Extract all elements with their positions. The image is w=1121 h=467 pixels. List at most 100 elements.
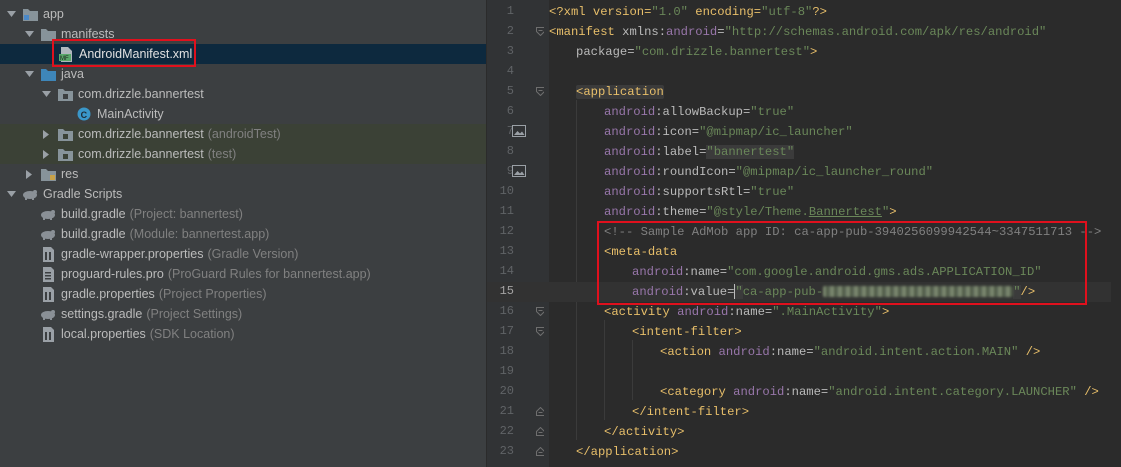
tree-item-label: build.gradle [61, 207, 126, 221]
properties-file-icon [40, 246, 56, 262]
tree-item-androidmanifest[interactable]: MF AndroidManifest.xml [0, 44, 486, 64]
gradle-icon [40, 207, 56, 221]
gutter-line: 20 [487, 382, 549, 402]
tree-item-label: com.drizzle.bannertest [78, 87, 204, 101]
line-number: 14 [499, 264, 514, 278]
tree-item-build-gradle-module[interactable]: build.gradle (Module: bannertest.app) [0, 224, 486, 244]
gutter-line: 2 [487, 22, 549, 42]
blurred-app-id [823, 286, 1014, 298]
image-preview-icon[interactable] [512, 165, 526, 177]
chevron-right-icon[interactable] [41, 149, 51, 159]
tree-item-label: build.gradle [61, 227, 126, 241]
project-tree-panel: app manifests MF AndroidManifest.xml jav… [0, 0, 486, 467]
chevron-down-icon[interactable] [24, 29, 34, 39]
fold-close-icon[interactable] [536, 407, 544, 416]
tree-item-settings-gradle[interactable]: settings.gradle (Project Settings) [0, 304, 486, 324]
tree-item-hint: (ProGuard Rules for bannertest.app) [167, 267, 371, 281]
tree-item-res[interactable]: res [0, 164, 486, 184]
code-line-8: android:label="bannertest" [604, 145, 795, 159]
tree-item-package-androidtest[interactable]: com.drizzle.bannertest (androidTest) [0, 124, 486, 144]
tree-item-local-properties[interactable]: local.properties (SDK Location) [0, 324, 486, 344]
gutter-line: 4 [487, 62, 549, 82]
gutter-line: 18 [487, 342, 549, 362]
tree-item-label: gradle-wrapper.properties [61, 247, 204, 261]
gutter-line: 10 [487, 182, 549, 202]
tree-item-hint: (Project: bannertest) [129, 207, 243, 221]
tree-item-label: gradle.properties [61, 287, 155, 301]
fold-close-icon[interactable] [536, 447, 544, 456]
tree-item-app[interactable]: app [0, 4, 486, 24]
tree-item-hint: (Gradle Version) [207, 247, 299, 261]
tree-item-package[interactable]: com.drizzle.bannertest [0, 84, 486, 104]
chevron-down-icon[interactable] [24, 69, 34, 79]
tree-item-gradle-properties[interactable]: gradle.properties (Project Properties) [0, 284, 486, 304]
tree-item-java[interactable]: java [0, 64, 486, 84]
tree-item-label: local.properties [61, 327, 146, 341]
tree-item-gradle-scripts[interactable]: Gradle Scripts [0, 184, 486, 204]
gutter-line: 13 [487, 242, 549, 262]
gradle-icon [40, 307, 56, 321]
line-number: 22 [499, 424, 514, 438]
code-line-12: <!-- Sample AdMob app ID: ca-app-pub-394… [604, 225, 1102, 239]
line-number: 1 [506, 4, 514, 18]
tree-item-label: settings.gradle [61, 307, 143, 321]
gutter-line: 8 [487, 142, 549, 162]
fold-open-icon[interactable] [536, 87, 544, 96]
tree-item-manifests[interactable]: manifests [0, 24, 486, 44]
chevron-down-icon[interactable] [6, 189, 16, 199]
chevron-down-icon[interactable] [6, 9, 16, 19]
tree-item-hint: (Project Properties) [158, 287, 267, 301]
tree-item-package-test[interactable]: com.drizzle.bannertest (test) [0, 144, 486, 164]
fold-close-icon[interactable] [536, 427, 544, 436]
gutter-line: 22 [487, 422, 549, 442]
code-line-23: </application> [576, 445, 679, 459]
fold-open-icon[interactable] [536, 27, 544, 36]
code-line-17: <intent-filter> [632, 325, 742, 339]
code-editor[interactable]: <?xml version="1.0" encoding="utf-8"?> <… [549, 0, 1121, 467]
tree-item-gradle-wrapper[interactable]: gradle-wrapper.properties (Gradle Versio… [0, 244, 486, 264]
chevron-down-icon[interactable] [41, 89, 51, 99]
tree-item-label: com.drizzle.bannertest [78, 127, 204, 141]
tree-item-mainactivity[interactable]: C MainActivity [0, 104, 486, 124]
tree-item-label: AndroidManifest.xml [79, 47, 193, 61]
tree-item-proguard[interactable]: proguard-rules.pro (ProGuard Rules for b… [0, 264, 486, 284]
code-line-14: android:name="com.google.android.gms.ads… [632, 265, 1042, 279]
editor-scrollbar[interactable] [1111, 0, 1121, 467]
chevron-right-icon[interactable] [24, 169, 34, 179]
class-icon: C [76, 107, 92, 121]
ide-window: app manifests MF AndroidManifest.xml jav… [0, 0, 1121, 467]
package-icon [57, 127, 73, 141]
line-number: 21 [499, 404, 514, 418]
code-line-16: <activity android:name=".MainActivity"> [604, 305, 890, 319]
module-folder-icon [22, 7, 38, 21]
code-line-5: <application [576, 85, 664, 99]
svg-text:MF: MF [60, 56, 69, 62]
line-number: 16 [499, 304, 514, 318]
svg-text:C: C [81, 110, 88, 120]
line-number: 2 [506, 24, 514, 38]
gutter-line: 17 [487, 322, 549, 342]
tree-item-hint: (SDK Location) [149, 327, 235, 341]
line-number: 12 [499, 224, 514, 238]
fold-open-icon[interactable] [536, 327, 544, 336]
gutter-line: 12 [487, 222, 549, 242]
gutter-line: 9 [487, 162, 549, 182]
gutter-line: 5 [487, 82, 549, 102]
tree-item-label: proguard-rules.pro [61, 267, 164, 281]
code-line-22: </activity> [604, 425, 685, 439]
tree-item-hint: (androidTest) [207, 127, 281, 141]
tree-item-label: res [61, 167, 79, 181]
image-preview-icon[interactable] [512, 125, 526, 137]
tree-item-label: manifests [61, 27, 115, 41]
tree-item-hint: (Module: bannertest.app) [129, 227, 270, 241]
code-line-3: package="com.drizzle.bannertest"> [576, 45, 818, 59]
line-number: 23 [499, 444, 514, 458]
line-number: 6 [506, 104, 514, 118]
properties-file-icon [40, 326, 56, 342]
code-line-21: </intent-filter> [632, 405, 750, 419]
tree-item-label: com.drizzle.bannertest [78, 147, 204, 161]
chevron-right-icon[interactable] [41, 129, 51, 139]
tree-item-build-gradle-project[interactable]: build.gradle (Project: bannertest) [0, 204, 486, 224]
package-icon [57, 147, 73, 161]
fold-open-icon[interactable] [536, 307, 544, 316]
